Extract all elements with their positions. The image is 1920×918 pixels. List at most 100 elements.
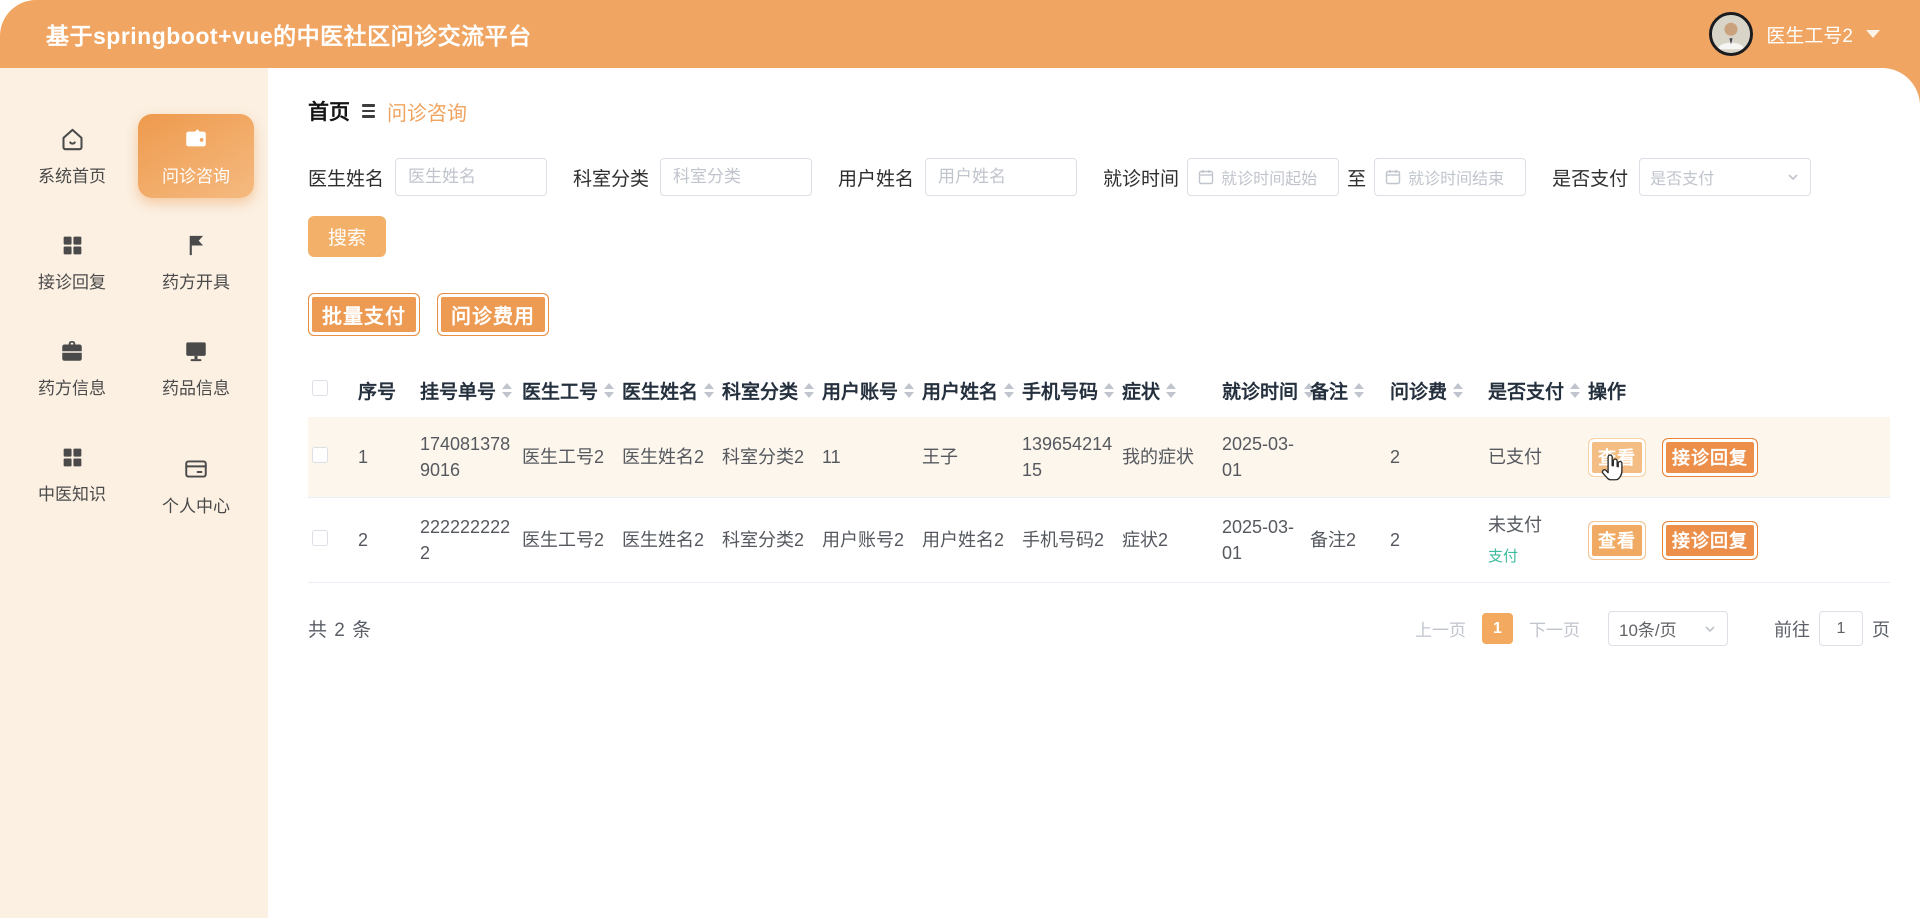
col-user-account[interactable]: 用户账号 xyxy=(818,364,918,417)
goto-page-input[interactable] xyxy=(1819,611,1863,647)
sidebar-item-personal-center[interactable]: 个人中心 xyxy=(138,444,254,528)
col-remark[interactable]: 备注 xyxy=(1306,364,1386,417)
page-body: 系统首页 问诊咨询 接诊回复 药方开具 药方信息 药品信息 中医知识 个人中心 … xyxy=(0,68,1920,918)
sort-icon[interactable] xyxy=(1166,383,1177,398)
pagination: 共 2 条 上一页 1 下一页 10条/页 前往 页 xyxy=(308,611,1890,647)
table-row: 1 1740813789016 医生工号2 医生姓名2 科室分类2 11 王子 … xyxy=(308,417,1890,499)
batch-pay-button[interactable]: 批量支付 xyxy=(308,293,420,336)
filter-department: 科室分类 xyxy=(573,158,813,196)
visit-end-input[interactable]: 就诊时间结束 xyxy=(1374,158,1527,196)
view-button[interactable]: 查看 xyxy=(1588,437,1646,481)
page-size-select[interactable]: 10条/页 xyxy=(1608,611,1728,647)
consultation-table: 序号 挂号单号 医生工号 医生姓名 科室分类 用户账号 用户姓名 手机号码 症状… xyxy=(308,364,1890,584)
pay-link[interactable]: 支付 xyxy=(1488,546,1580,568)
sort-icon[interactable] xyxy=(704,383,715,398)
cell-no: 2 xyxy=(354,497,416,584)
total-count: 共 2 条 xyxy=(308,620,373,642)
visit-start-input[interactable]: 就诊时间起始 xyxy=(1187,158,1340,196)
sort-icon[interactable] xyxy=(1453,383,1464,398)
cell-visit-time: 2025-03-01 xyxy=(1218,417,1306,499)
view-button[interactable]: 查看 xyxy=(1588,520,1646,560)
doctor-name-label: 医生姓名 xyxy=(308,168,385,190)
cell-remark: 备注2 xyxy=(1306,497,1386,584)
app-header: 基于springboot+vue的中医社区问诊交流平台 医生工号2 xyxy=(0,0,1920,68)
cell-user-account: 11 xyxy=(818,417,918,499)
sidebar-item-tcm-knowledge[interactable]: 中医知识 xyxy=(14,432,130,516)
briefcase-icon xyxy=(59,338,86,365)
page-number-1[interactable]: 1 xyxy=(1482,613,1513,645)
col-user-name[interactable]: 用户姓名 xyxy=(918,364,1018,417)
sidebar-item-drug-info[interactable]: 药品信息 xyxy=(138,326,254,410)
user-name-input[interactable] xyxy=(925,158,1078,196)
breadcrumb-home[interactable]: 首页 xyxy=(308,96,350,126)
paid-label: 是否支付 xyxy=(1552,168,1629,190)
sidebar-item-label: 问诊咨询 xyxy=(162,166,230,186)
sidebar: 系统首页 问诊咨询 接诊回复 药方开具 药方信息 药品信息 中医知识 个人中心 xyxy=(0,68,268,918)
cell-no: 1 xyxy=(354,417,416,499)
filter-bar: 医生姓名 科室分类 用户姓名 就诊时间 就诊时间起始 xyxy=(308,158,1890,196)
sort-icon[interactable] xyxy=(804,383,815,398)
reply-button[interactable]: 接诊回复 xyxy=(1662,437,1759,477)
sort-icon[interactable] xyxy=(604,383,615,398)
cell-user-account: 用户账号2 xyxy=(818,497,918,584)
col-department[interactable]: 科室分类 xyxy=(718,364,818,417)
sidebar-item-label: 接诊回复 xyxy=(38,272,106,292)
col-phone[interactable]: 手机号码 xyxy=(1018,364,1118,417)
chevron-down-icon xyxy=(1866,30,1880,38)
pagination-controls: 上一页 1 下一页 10条/页 前往 页 xyxy=(1415,611,1890,647)
breadcrumb-separator-icon xyxy=(362,104,375,118)
col-fee[interactable]: 问诊费 xyxy=(1386,364,1484,417)
sidebar-item-prescribe[interactable]: 药方开具 xyxy=(138,220,254,304)
app-title: 基于springboot+vue的中医社区问诊交流平台 xyxy=(46,23,532,49)
cell-paid: 已支付 xyxy=(1484,417,1584,499)
paid-status: 未支付 xyxy=(1488,515,1542,536)
sidebar-item-system-home[interactable]: 系统首页 xyxy=(14,114,130,198)
col-doctor-id[interactable]: 医生工号 xyxy=(518,364,618,417)
prev-page-button[interactable]: 上一页 xyxy=(1415,616,1466,641)
sidebar-item-label: 药方信息 xyxy=(38,378,106,398)
page-size-value: 10条/页 xyxy=(1619,621,1677,641)
row-checkbox[interactable] xyxy=(312,447,328,464)
cell-fee: 2 xyxy=(1386,417,1484,499)
department-label: 科室分类 xyxy=(573,168,650,190)
reply-button[interactable]: 接诊回复 xyxy=(1662,520,1759,560)
sidebar-item-prescription-info[interactable]: 药方信息 xyxy=(14,326,130,410)
sort-icon[interactable] xyxy=(904,383,915,398)
search-button[interactable]: 搜索 xyxy=(308,216,386,257)
toolbar: 批量支付 问诊费用 xyxy=(308,293,1890,336)
filter-user-name: 用户姓名 xyxy=(838,158,1078,196)
consult-fee-button[interactable]: 问诊费用 xyxy=(437,293,549,336)
sidebar-item-label: 个人中心 xyxy=(162,496,230,516)
cell-doctor-name: 医生姓名2 xyxy=(618,417,718,499)
user-name: 医生工号2 xyxy=(1766,25,1853,47)
wallet-icon xyxy=(183,126,210,153)
col-reg-no[interactable]: 挂号单号 xyxy=(416,364,518,417)
sort-icon[interactable] xyxy=(1570,383,1581,398)
select-all-checkbox[interactable] xyxy=(312,379,328,396)
sidebar-item-consultation[interactable]: 问诊咨询 xyxy=(138,114,254,198)
col-visit-time[interactable]: 就诊时间 xyxy=(1218,364,1315,417)
paid-select[interactable]: 是否支付 xyxy=(1639,158,1812,196)
next-page-button[interactable]: 下一页 xyxy=(1529,616,1580,641)
cell-visit-time: 2025-03-01 xyxy=(1218,497,1306,584)
sidebar-item-reception-reply[interactable]: 接诊回复 xyxy=(14,220,130,304)
row-checkbox[interactable] xyxy=(312,530,328,547)
cell-department: 科室分类2 xyxy=(718,497,818,584)
cell-reg-no: 1740813789016 xyxy=(416,417,518,499)
col-paid[interactable]: 是否支付 xyxy=(1484,364,1584,417)
department-input[interactable] xyxy=(660,158,813,196)
user-menu[interactable]: 医生工号2 xyxy=(1709,12,1880,56)
col-actions: 操作 xyxy=(1588,382,1627,403)
doctor-name-input[interactable] xyxy=(395,158,548,196)
cell-paid: 未支付 支付 xyxy=(1484,497,1584,584)
col-symptom[interactable]: 症状 xyxy=(1118,364,1218,417)
cell-symptom: 我的症状 xyxy=(1118,417,1218,499)
sort-icon[interactable] xyxy=(1104,383,1115,398)
sort-icon[interactable] xyxy=(1004,383,1015,398)
sort-icon[interactable] xyxy=(1354,383,1365,398)
breadcrumb: 首页 问诊咨询 xyxy=(308,96,1890,126)
col-doctor-name[interactable]: 医生姓名 xyxy=(618,364,718,417)
paid-status: 已支付 xyxy=(1488,447,1542,468)
avatar[interactable] xyxy=(1709,12,1754,56)
sort-icon[interactable] xyxy=(502,383,513,398)
